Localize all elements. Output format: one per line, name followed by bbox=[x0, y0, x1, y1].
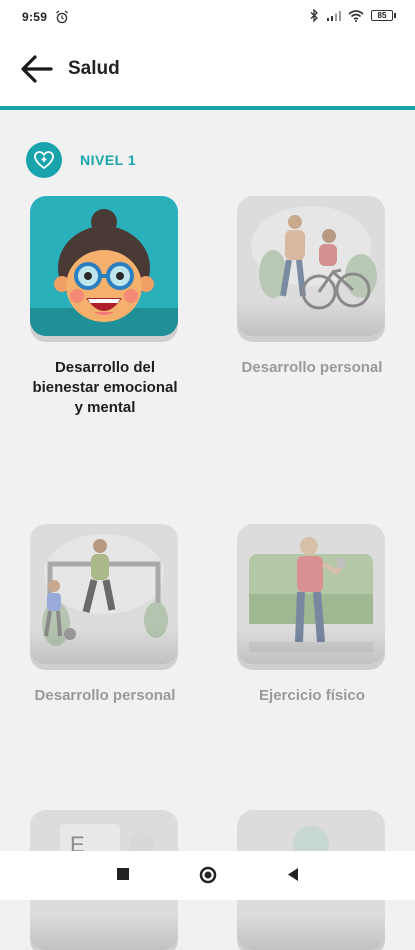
back-triangle-icon[interactable] bbox=[286, 867, 300, 882]
status-time: 9:59 bbox=[22, 10, 48, 24]
card-thumbnail bbox=[30, 196, 178, 336]
app-bar: Salud bbox=[0, 34, 415, 110]
card-label: Desarrollo del bienestar emocional y men… bbox=[32, 359, 178, 416]
activity-card-personal-development-2[interactable]: Desarrollo personal bbox=[30, 524, 180, 706]
activity-card-emotional-wellbeing[interactable]: Desarrollo del bienestar emocional y men… bbox=[30, 196, 180, 418]
activity-card-physical-exercise[interactable]: Ejercicio físico bbox=[237, 524, 387, 706]
level-label: NIVEL 1 bbox=[80, 152, 137, 168]
heart-shield-icon bbox=[34, 151, 54, 170]
wifi-icon bbox=[348, 9, 364, 22]
card-thumbnail bbox=[237, 524, 385, 664]
exercise-illustration-icon bbox=[249, 537, 373, 652]
card-label: Ejercicio físico bbox=[259, 687, 365, 704]
level-indicator: NIVEL 1 bbox=[26, 142, 136, 178]
system-nav-bar bbox=[0, 851, 415, 900]
status-icons: 85 bbox=[310, 9, 396, 22]
card-thumbnail bbox=[30, 524, 178, 664]
battery-icon: 85 bbox=[371, 10, 396, 21]
home-circle-icon[interactable] bbox=[199, 866, 217, 884]
alarm-icon bbox=[56, 10, 69, 24]
card-label: Desarrollo personal bbox=[34, 687, 176, 704]
status-bar: 9:59 85 bbox=[0, 0, 415, 34]
cycling-illustration-icon bbox=[251, 206, 377, 310]
card-label: Desarrollo personal bbox=[241, 359, 383, 376]
soccer-illustration-icon bbox=[42, 534, 168, 646]
signal-icon bbox=[327, 10, 341, 21]
activity-card-personal-development[interactable]: Desarrollo personal bbox=[237, 196, 387, 378]
grandma-avatar-icon bbox=[30, 209, 178, 336]
card-thumbnail bbox=[237, 196, 385, 336]
level-badge bbox=[26, 142, 62, 178]
bluetooth-icon bbox=[310, 9, 318, 22]
battery-level: 85 bbox=[377, 11, 387, 20]
page-title: Salud bbox=[68, 58, 120, 79]
back-arrow-icon[interactable] bbox=[20, 54, 54, 84]
recents-square-icon[interactable] bbox=[116, 867, 130, 881]
